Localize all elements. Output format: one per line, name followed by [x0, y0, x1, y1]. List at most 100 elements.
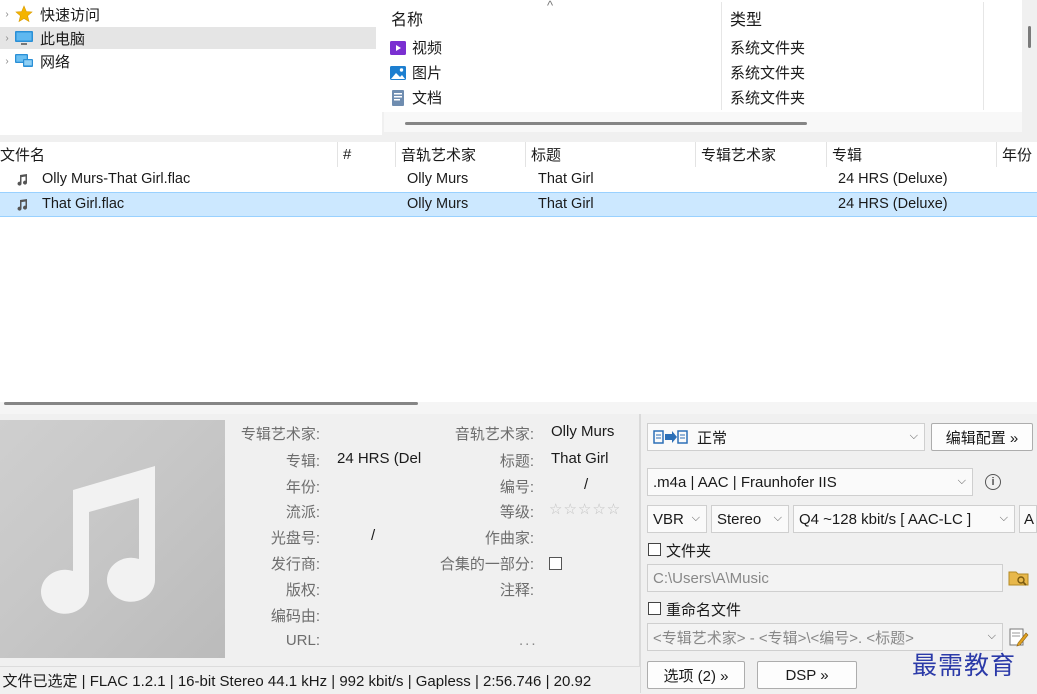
track-title: That Girl — [538, 171, 594, 187]
bitrate-mode-dropdown[interactable]: VBR ⌵ — [647, 505, 707, 533]
value-track-number[interactable]: / — [584, 476, 588, 493]
label-disc: 光盘号: — [270, 530, 320, 547]
edit-pattern-icon[interactable] — [1008, 627, 1030, 647]
tag-panel: 专辑艺术家: 专辑: 年份: 流派: 光盘号: 发行商: 版权: 编码由: UR… — [0, 417, 640, 664]
tree-item-this-pc[interactable]: › 此电脑 — [0, 27, 376, 49]
label-rating: 等级: — [499, 504, 534, 521]
track-title: That Girl — [538, 196, 594, 212]
column-header-year[interactable]: 年份 — [997, 142, 1037, 167]
tree-item-label: 此电脑 — [40, 30, 86, 48]
track-album: 24 HRS (Deluxe) — [838, 196, 948, 212]
header-label: 年份 — [1002, 147, 1033, 164]
audio-file-icon — [17, 174, 28, 186]
horizontal-scrollbar[interactable] — [405, 122, 807, 125]
pictures-folder-icon — [388, 64, 408, 82]
track-row-selected[interactable]: That Girl.flac Olly Murs That Girl 24 HR… — [0, 192, 1037, 217]
file-type: 系统文件夹 — [730, 65, 806, 82]
column-header-filename[interactable]: 文件名 — [0, 142, 338, 167]
vertical-scrollbar[interactable] — [1028, 26, 1031, 48]
folder-checkbox[interactable] — [648, 543, 661, 556]
status-text: 1 文件已选定 | FLAC 1.2.1 | 16-bit Stereo 44.… — [0, 673, 592, 690]
label-track-artist: 音轨艺术家: — [454, 426, 534, 443]
horizontal-scrollbar[interactable] — [4, 402, 418, 405]
expand-arrow-icon[interactable]: › — [0, 56, 14, 67]
label-track-number: 编号: — [499, 479, 534, 496]
column-header-track-number[interactable]: # — [338, 142, 396, 167]
track-filename: Olly Murs-That Girl.flac — [42, 171, 191, 187]
tree-item-quick-access[interactable]: › 快速访问 — [0, 3, 376, 25]
folder-path-value: C:\Users\A\Music — [653, 569, 769, 587]
track-artist: Olly Murs — [407, 196, 469, 212]
file-row-videos[interactable]: 视频 系统文件夹 — [388, 35, 1018, 60]
expand-arrow-icon[interactable]: › — [0, 33, 14, 44]
track-album: 24 HRS (Deluxe) — [838, 171, 948, 187]
more-ellipsis[interactable]: ... — [519, 632, 538, 649]
mode-dropdown[interactable]: 正常 ⌵ — [647, 423, 925, 451]
expand-arrow-icon[interactable]: › — [0, 9, 14, 20]
file-name: 图片 — [412, 65, 443, 82]
edit-config-button[interactable]: 编辑配置 » — [931, 423, 1033, 451]
folder-path-input[interactable]: C:\Users\A\Music — [647, 564, 1003, 592]
header-label: 文件名 — [0, 147, 46, 164]
mode-value: 正常 — [697, 429, 728, 447]
format-dropdown[interactable]: .m4a | AAC | Fraunhofer IIS ⌵ — [647, 468, 973, 496]
file-browser: 名称 ^ 类型 视频 系统文件夹 图片 系统文件夹 文档 系统文件夹 — [382, 0, 1022, 112]
quality-value: Q4 ~128 kbit/s [ AAC-LC ] — [799, 510, 972, 528]
rating-stars[interactable]: ☆☆☆☆☆ — [549, 500, 621, 518]
file-name: 视频 — [412, 40, 443, 57]
label-genre: 流派: — [285, 504, 320, 521]
label-album: 专辑: — [285, 453, 320, 470]
folder-label: 文件夹 — [666, 543, 712, 560]
chevron-down-icon: ⌵ — [999, 512, 1008, 524]
column-header-album-artist[interactable]: 专辑艺术家 — [696, 142, 827, 167]
info-icon[interactable]: i — [985, 474, 1001, 490]
column-header-track-artist[interactable]: 音轨艺术家 — [396, 142, 526, 167]
video-folder-icon — [388, 39, 408, 57]
header-label: 音轨艺术家 — [401, 147, 477, 164]
track-row[interactable]: Olly Murs-That Girl.flac Olly Murs That … — [0, 167, 1037, 192]
documents-folder-icon — [388, 89, 408, 107]
column-header-name[interactable]: 名称 — [391, 6, 423, 30]
channels-value: Stereo — [717, 510, 762, 528]
rename-checkbox[interactable] — [648, 602, 661, 615]
channels-dropdown[interactable]: Stereo ⌵ — [711, 505, 789, 533]
column-header-type[interactable]: 类型 — [730, 6, 762, 30]
value-album[interactable]: 24 HRS (Del — [337, 450, 421, 467]
browse-folder-icon[interactable] — [1008, 568, 1030, 588]
column-header-title[interactable]: 标题 — [526, 142, 696, 167]
label-compilation: 合集的一部分: — [439, 556, 534, 573]
compilation-checkbox[interactable] — [549, 557, 562, 570]
chevron-down-icon: ⌵ — [987, 630, 996, 642]
star-icon — [14, 5, 34, 23]
quality-dropdown[interactable]: Q4 ~128 kbit/s [ AAC-LC ] ⌵ — [793, 505, 1015, 533]
tree-item-network[interactable]: › 网络 — [0, 50, 376, 72]
chevron-down-icon: ⌵ — [773, 512, 782, 524]
label-title: 标题: — [499, 453, 534, 470]
header-label: 专辑艺术家 — [701, 147, 777, 164]
dsp-button[interactable]: DSP » — [757, 661, 857, 689]
album-art[interactable] — [0, 420, 225, 658]
label-album-artist: 专辑艺术家: — [240, 426, 320, 443]
options-button[interactable]: 选项 (2) » — [647, 661, 745, 689]
audio-file-icon — [17, 199, 28, 211]
file-row-pictures[interactable]: 图片 系统文件夹 — [388, 60, 1018, 85]
track-artist: Olly Murs — [407, 171, 469, 187]
rename-label: 重命名文件 — [666, 602, 742, 619]
value-disc[interactable]: / — [371, 527, 375, 544]
rename-pattern-value: <专辑艺术家> - <专辑>\<编号>. <标题> — [653, 629, 914, 647]
chevron-down-icon: ⌵ — [909, 430, 918, 442]
value-title[interactable]: That Girl — [551, 450, 609, 467]
chevron-down-icon: ⌵ — [691, 512, 700, 524]
extra-dropdown[interactable]: A — [1019, 505, 1037, 533]
label-url: URL: — [285, 632, 320, 649]
column-header-album[interactable]: 专辑 — [827, 142, 997, 167]
value-track-artist[interactable]: Olly Murs — [551, 423, 614, 440]
navigation-tree: › 快速访问 › 此电脑 › 网络 — [0, 0, 382, 135]
status-bar: 1 文件已选定 | FLAC 1.2.1 | 16-bit Stereo 44.… — [0, 666, 640, 694]
watermark-text: 最需教育 — [912, 651, 1017, 680]
bitrate-mode-value: VBR — [653, 510, 684, 528]
file-type: 系统文件夹 — [730, 90, 806, 107]
track-filename: That Girl.flac — [42, 196, 125, 212]
chevron-down-icon: ⌵ — [957, 475, 966, 487]
file-row-documents[interactable]: 文档 系统文件夹 — [388, 85, 1018, 110]
